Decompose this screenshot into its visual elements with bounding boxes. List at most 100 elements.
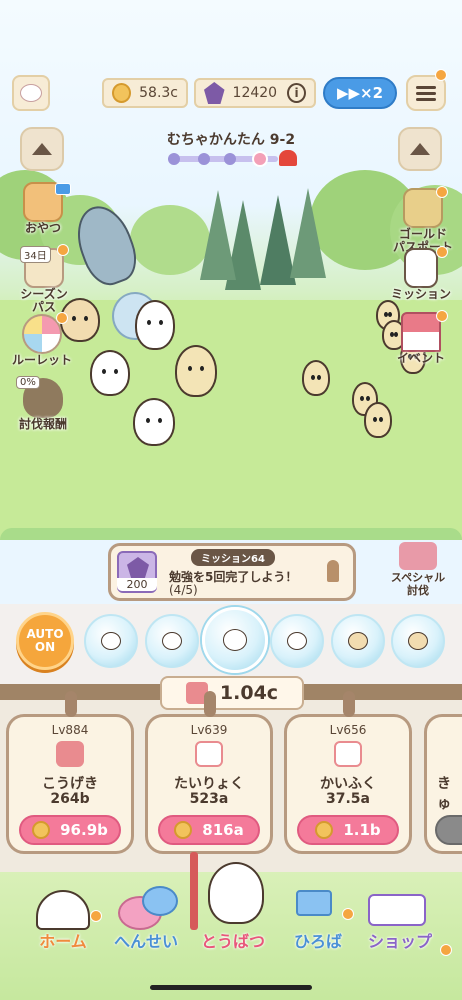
auto-toggle-button[interactable]: AUTO ON	[16, 612, 74, 670]
party-member-2[interactable]	[145, 614, 199, 668]
team-icon-2	[142, 886, 178, 916]
nav-battle[interactable]: とうばつ	[190, 928, 276, 952]
nav-plaza[interactable]: ひろば	[284, 928, 352, 952]
party-member-4[interactable]	[270, 614, 324, 668]
upgrade-buy-button[interactable]: 1.1b	[297, 815, 399, 845]
battle-icon[interactable]	[208, 862, 264, 924]
mission-tag: ミッション64	[191, 549, 275, 566]
reward-percent-badge: 0%	[16, 376, 40, 389]
auto-state: ON	[34, 640, 56, 654]
side-roulette-label: ルーレット	[11, 353, 72, 367]
shop-icon[interactable]	[368, 894, 426, 926]
info-icon[interactable]: i	[287, 83, 306, 103]
mission-count: (4/5)	[169, 583, 198, 597]
upgrade-card-attack: Lv884 こうげき 264b 96.9b	[6, 691, 134, 854]
progress-node	[224, 153, 236, 165]
notification-dot	[342, 908, 354, 920]
coin-icon	[174, 821, 193, 839]
enemy-sprite	[364, 402, 392, 438]
upgrade-name: かいふく	[320, 776, 376, 792]
character-sprite	[90, 350, 130, 396]
card-hook	[343, 691, 355, 717]
gem-icon	[204, 82, 225, 104]
profile-button[interactable]	[12, 75, 50, 111]
menu-icon	[416, 85, 436, 89]
boss-alarm-icon	[279, 150, 297, 166]
nav-home[interactable]: ホーム	[30, 928, 96, 952]
mission-banner[interactable]: 200 ミッション64 勉強を5回完了しよう！ (4/5)	[108, 543, 356, 601]
grass-edge	[0, 528, 462, 540]
side-mission-label: ミッション	[390, 287, 451, 301]
card-hook	[204, 691, 216, 717]
notification-dot	[90, 910, 102, 922]
home-indicator	[150, 985, 312, 990]
upgrade-value: 523a	[189, 791, 229, 807]
upgrade-name: きゅ	[437, 776, 451, 812]
notification-dot	[436, 186, 448, 198]
upgrade-level: Lv639	[190, 723, 228, 737]
special-battle-button[interactable]: スペシャル 討伐	[388, 542, 448, 597]
coin-icon	[112, 83, 132, 103]
attack-icon	[56, 741, 84, 767]
coin-counter: 58.3c	[102, 78, 188, 108]
special-battle-icon	[399, 542, 437, 570]
coin-amount: 58.3c	[139, 85, 178, 101]
upgrade-value: 264b	[50, 791, 90, 807]
side-season-pass-label: シーズンパス	[20, 287, 68, 315]
nav-shop[interactable]: ショップ	[356, 928, 444, 952]
upgrade-card-heal: Lv656 かいふく 37.5a 1.1b	[284, 691, 412, 854]
nav-team[interactable]: へんせい	[106, 928, 186, 952]
special-label-2: 討伐	[407, 583, 429, 597]
progress-node	[168, 153, 180, 165]
party-member-1[interactable]	[84, 614, 138, 668]
party-member-5[interactable]	[331, 614, 385, 668]
upgrade-buy-button[interactable]: 96.9b	[19, 815, 121, 845]
enemy-sprite	[302, 360, 330, 396]
upgrade-buy-button[interactable]: 816a	[158, 815, 260, 845]
upgrade-value: 37.5a	[326, 791, 370, 807]
progress-node-current	[252, 151, 268, 167]
power-value: 1.04c	[219, 682, 279, 704]
notification-dot	[436, 246, 448, 258]
upgrade-cost: 816a	[202, 821, 244, 839]
coin-icon	[32, 821, 51, 839]
side-snack-label: おやつ	[24, 221, 61, 235]
season-days-badge: 34日	[20, 246, 51, 263]
party-member-3-selected[interactable]	[202, 607, 268, 673]
side-event-label: イベント	[396, 351, 445, 365]
character-sprite	[135, 300, 175, 350]
health-icon	[195, 741, 223, 767]
upgrade-buy-button[interactable]	[435, 815, 462, 845]
side-reward-label: 討伐報酬	[18, 417, 67, 431]
character-sprite	[175, 345, 217, 397]
gem-amount: 12420	[232, 85, 278, 101]
plaza-icon[interactable]	[296, 890, 332, 916]
mission-list-icon	[404, 248, 438, 288]
progress-node	[198, 153, 210, 165]
upgrade-card-partial: きゅ	[424, 714, 462, 854]
upgrade-name: たいりょく	[174, 776, 244, 792]
gem-icon	[127, 557, 149, 579]
tree	[290, 188, 326, 278]
side-gold-passport[interactable]: ゴールド パスポート	[388, 188, 458, 254]
party-member-6[interactable]	[391, 614, 445, 668]
tree	[200, 190, 236, 280]
upgrade-card-health: Lv639 たいりょく 523a 816a	[145, 691, 273, 854]
trident-icon	[190, 852, 198, 930]
notification-dot	[436, 310, 448, 322]
character-sprite	[133, 398, 175, 446]
speed-toggle-button[interactable]: ▶▶×2	[323, 77, 397, 109]
mission-reward-amount: 200	[117, 578, 157, 591]
upgrade-cost: 96.9b	[60, 821, 108, 839]
upgrade-cost: 1.1b	[343, 821, 381, 839]
event-tent-icon	[401, 312, 441, 352]
upgrade-name: こうげき	[42, 776, 98, 792]
gem-counter: 12420 i	[194, 78, 316, 108]
video-icon	[55, 183, 71, 195]
special-label-1: スペシャル	[390, 571, 446, 584]
top-bar: 58.3c 12420 i ▶▶×2	[0, 69, 462, 115]
stage-progress	[168, 151, 278, 167]
bell-icon	[327, 560, 339, 582]
bush	[130, 205, 210, 275]
upgrade-level: Lv884	[51, 723, 89, 737]
